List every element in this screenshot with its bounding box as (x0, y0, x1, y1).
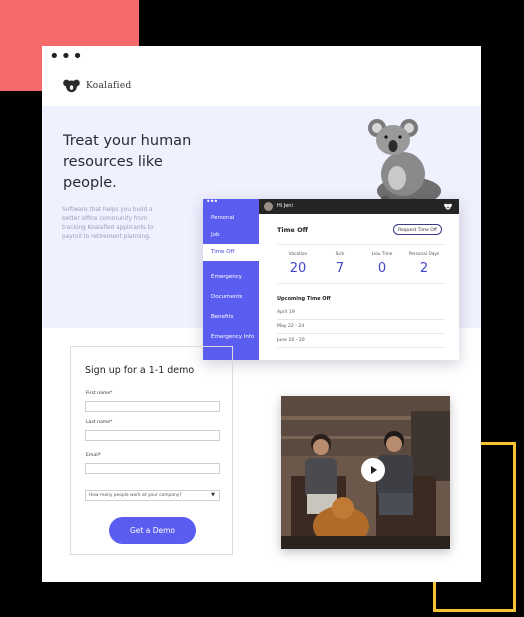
time-off-stats: Vacation 20 Sick 7 Lieu Time 0 Personal … (277, 252, 445, 280)
stat-lieu-time: Lieu Time 0 (361, 252, 403, 280)
hero-description: Software that helps you build a better o… (62, 207, 154, 240)
company-size-select-value: How many people work at your company? (89, 493, 182, 498)
stat-value: 7 (335, 261, 345, 276)
app-nav-job[interactable]: Job (203, 227, 259, 244)
get-a-demo-button[interactable]: Get a Demo (109, 517, 196, 544)
app-user-greeting: Hi Jeni (277, 203, 293, 209)
stat-personal-days: Personal Days 2 (403, 252, 445, 280)
last-name-label: Last name* (86, 420, 113, 425)
app-nav: Personal Job Time Off Emergency Document… (203, 210, 259, 346)
koala-illustration (368, 119, 441, 205)
demo-signup-form: Sign up for a 1-1 demo First name* Last … (70, 346, 233, 555)
app-nav-emergency[interactable]: Emergency (203, 269, 259, 286)
app-header: Hi Jeni (259, 199, 459, 214)
hero-section: Treat your human resources like people. … (42, 106, 481, 360)
divider (277, 244, 445, 245)
app-main: Time Off Request Time Off Vacation 20 Si… (259, 214, 459, 360)
divider (277, 283, 445, 284)
email-label: Email* (86, 453, 102, 458)
stat-value: 2 (419, 261, 429, 276)
avatar[interactable] (264, 202, 273, 211)
stat-value: 0 (377, 261, 387, 276)
app-nav-time-off[interactable]: Time Off (203, 244, 259, 261)
request-time-off-button[interactable]: Request Time Off (393, 224, 442, 235)
koala-logo-icon (63, 79, 80, 93)
browser-window: ••• Koalafied Treat your human resources… (42, 46, 481, 582)
app-window-dots: ••• (206, 199, 218, 206)
app-nav-personal[interactable]: Personal (203, 210, 259, 227)
stat-sick: Sick 7 (319, 252, 361, 280)
app-nav-documents[interactable]: Documents (203, 289, 259, 306)
list-item[interactable]: April 19 (277, 306, 445, 320)
list-item[interactable]: May 22 - 24 (277, 320, 445, 334)
hr-app-preview: ••• Personal Job Time Off Emergency Docu… (203, 199, 459, 360)
window-menu-dots[interactable]: ••• (49, 48, 84, 66)
brand-name: Koalafied (86, 80, 132, 91)
app-sidebar: ••• Personal Job Time Off Emergency Docu… (203, 199, 259, 360)
upcoming-time-off-list: April 19 May 22 - 24 June 10 - 20 (277, 306, 445, 348)
koala-logo-icon (444, 203, 452, 210)
form-title: Sign up for a 1-1 demo (85, 365, 195, 376)
email-field[interactable] (85, 463, 220, 474)
list-item[interactable]: June 10 - 20 (277, 334, 445, 348)
hero-title: Treat your human resources like people. (63, 133, 192, 191)
company-size-select[interactable]: How many people work at your company? ▼ (85, 490, 220, 501)
last-name-field[interactable] (85, 430, 220, 441)
upcoming-time-off-title: Upcoming Time Off (277, 296, 331, 302)
chevron-down-icon: ▼ (211, 492, 215, 498)
stat-vacation: Vacation 20 (277, 252, 319, 280)
video-player[interactable] (281, 396, 450, 549)
app-nav-benefits[interactable]: Benefits (203, 309, 259, 326)
stat-value: 20 (289, 261, 307, 276)
play-button[interactable] (361, 458, 385, 482)
time-off-title: Time Off (277, 226, 308, 234)
app-nav-emergency-info[interactable]: Emergency Info (203, 329, 259, 346)
brand[interactable]: Koalafied (63, 78, 132, 93)
first-name-field[interactable] (85, 401, 220, 412)
first-name-label: First name* (86, 391, 113, 396)
